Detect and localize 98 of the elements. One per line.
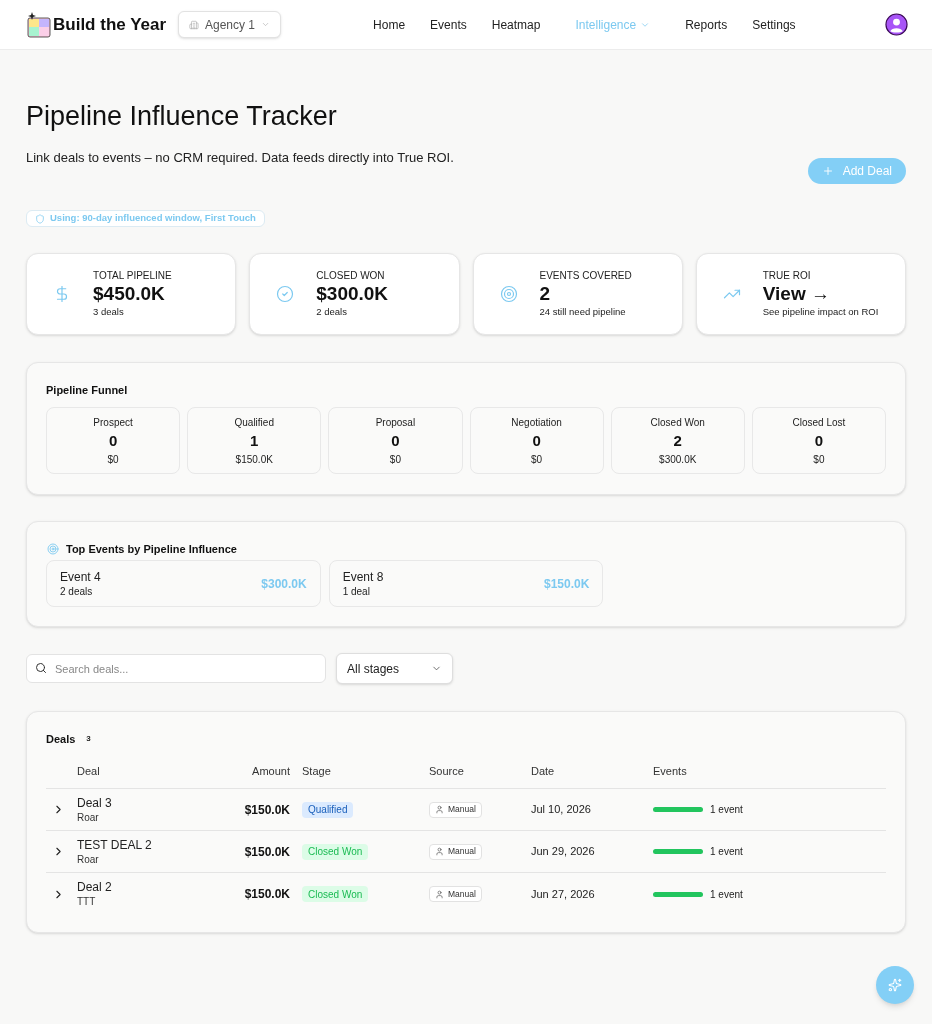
column-header: Deal xyxy=(77,764,101,780)
stage-count: 0 xyxy=(108,431,118,450)
deal-name: Deal 2 xyxy=(77,880,113,895)
source-label: Manual xyxy=(448,845,476,858)
sparkles-icon xyxy=(888,978,902,992)
stage-count: 0 xyxy=(391,431,400,450)
stat-detail: 3 deals xyxy=(93,305,125,318)
workspace-dropdown[interactable]: Agency 1 xyxy=(178,11,282,38)
stat-value: 2 xyxy=(539,282,552,305)
deal-name: TEST DEAL 2 xyxy=(77,837,153,853)
stage-name: Qualified xyxy=(234,415,274,429)
column-header: Date xyxy=(531,764,556,780)
settings-badge-text: Using: 90-day influenced window, First Touch xyxy=(50,211,256,226)
column-header: Amount xyxy=(251,764,290,780)
source-label: Manual xyxy=(448,887,476,901)
avatar-icon[interactable] xyxy=(885,13,908,36)
stat-label: CLOSED WON xyxy=(316,270,386,282)
stat-detail: 24 still need pipeline xyxy=(539,305,627,318)
bar-icon xyxy=(653,807,703,812)
person-icon xyxy=(435,889,444,899)
logo-text: Build the Year xyxy=(53,16,167,33)
company-name: Roar xyxy=(77,852,100,866)
deal-amount: $150.0K xyxy=(243,801,290,819)
deal-name: Deal 3 xyxy=(77,795,113,811)
target-icon xyxy=(47,543,59,555)
stage-amount: $0 xyxy=(389,452,401,466)
nav-link[interactable]: Settings xyxy=(752,15,796,34)
stage-count: 1 xyxy=(250,431,259,450)
search-icon xyxy=(35,662,47,674)
search-field[interactable]: Search deals... xyxy=(26,654,326,683)
stat-detail: 2 deals xyxy=(316,305,348,318)
bar-icon xyxy=(653,849,703,854)
stat-value: View → xyxy=(762,282,831,305)
stage-tag: Qualified xyxy=(302,801,354,818)
stage-name: Proposal xyxy=(375,415,416,429)
event-name: Event 4 xyxy=(60,569,101,585)
column-header: Source xyxy=(429,764,465,780)
event-amount: $300.0K xyxy=(261,575,307,593)
stage-name: Negotiation xyxy=(511,415,562,429)
building-icon xyxy=(189,18,199,31)
panel-title: Top Events by Pipeline Influence xyxy=(66,542,237,556)
stage-count: 2 xyxy=(673,431,682,450)
stage-filter-dropdown[interactable]: All stages xyxy=(336,653,453,684)
nav-link[interactable]: Heatmap xyxy=(491,15,541,34)
person-icon xyxy=(435,847,444,856)
event-count: 1 event xyxy=(710,845,743,859)
stage-name: Closed Lost xyxy=(792,415,846,429)
deal-amount: $150.0K xyxy=(243,886,290,903)
nav-link[interactable]: Home xyxy=(373,15,406,34)
stage-amount: $300.0K xyxy=(659,452,697,466)
event-amount: $150.0K xyxy=(543,575,590,593)
source-label: Manual xyxy=(448,803,476,816)
logo-icon xyxy=(27,11,51,38)
event-count: 1 event xyxy=(710,887,743,902)
stage-tag: Closed Won xyxy=(302,843,369,860)
stage-count: 0 xyxy=(532,431,541,450)
person-icon xyxy=(435,805,444,814)
bar-icon xyxy=(653,891,703,897)
nav-link[interactable]: Events xyxy=(430,15,467,34)
stat-label: TRUE ROI xyxy=(762,270,812,282)
panel-title: Deals xyxy=(46,732,76,746)
stage-amount: $150.0K xyxy=(235,452,273,466)
stat-card[interactable]: TRUE ROI View → See pipeline impact on ROI xyxy=(695,253,906,335)
target-icon xyxy=(499,285,518,303)
column-header: Events xyxy=(653,764,688,780)
stage-amount: $0 xyxy=(531,452,543,466)
page-title: Pipeline Influence Tracker xyxy=(26,100,338,133)
check-circle-icon xyxy=(276,285,295,303)
event-deal-count: 1 deal xyxy=(342,584,371,598)
stage-count: 0 xyxy=(814,431,824,450)
stage-name: Prospect xyxy=(93,415,133,429)
event-deal-count: 2 deals xyxy=(60,584,94,598)
event-name: Event 8 xyxy=(342,569,384,585)
stage-tag: Closed Won xyxy=(302,886,369,902)
stat-label: TOTAL PIPELINE xyxy=(93,270,172,282)
stage-name: Closed Won xyxy=(650,415,705,429)
plus-icon xyxy=(821,165,834,177)
stage-amount: $0 xyxy=(813,452,825,466)
company-name: TTT xyxy=(77,895,97,908)
deal-count: 3 xyxy=(86,733,91,745)
event-card[interactable]: Event 8 1 deal $150.0K xyxy=(328,560,604,607)
stat-detail: See pipeline impact on ROI xyxy=(762,305,879,318)
deal-date: Jun 29, 2026 xyxy=(531,844,596,860)
column-header: Stage xyxy=(301,764,332,780)
company-name: Roar xyxy=(77,810,100,824)
stat-value: $300.0K xyxy=(316,282,389,305)
deal-date: Jul 10, 2026 xyxy=(531,802,592,818)
event-card[interactable]: Event 4 2 deals $300.0K xyxy=(46,560,321,607)
stat-value: $450.0K xyxy=(93,282,166,305)
shield-icon xyxy=(35,213,45,224)
page-subtitle: Link deals to events – no CRM required. Data feeds directly into True ROI. xyxy=(26,150,454,166)
nav-link[interactable]: Reports xyxy=(685,15,728,34)
event-count: 1 event xyxy=(710,803,743,817)
stage-amount: $0 xyxy=(107,452,119,466)
deal-date: Jun 27, 2026 xyxy=(531,886,596,902)
deal-amount: $150.0K xyxy=(243,843,290,861)
stat-label: EVENTS COVERED xyxy=(539,270,632,282)
panel-title: Pipeline Funnel xyxy=(46,383,129,397)
